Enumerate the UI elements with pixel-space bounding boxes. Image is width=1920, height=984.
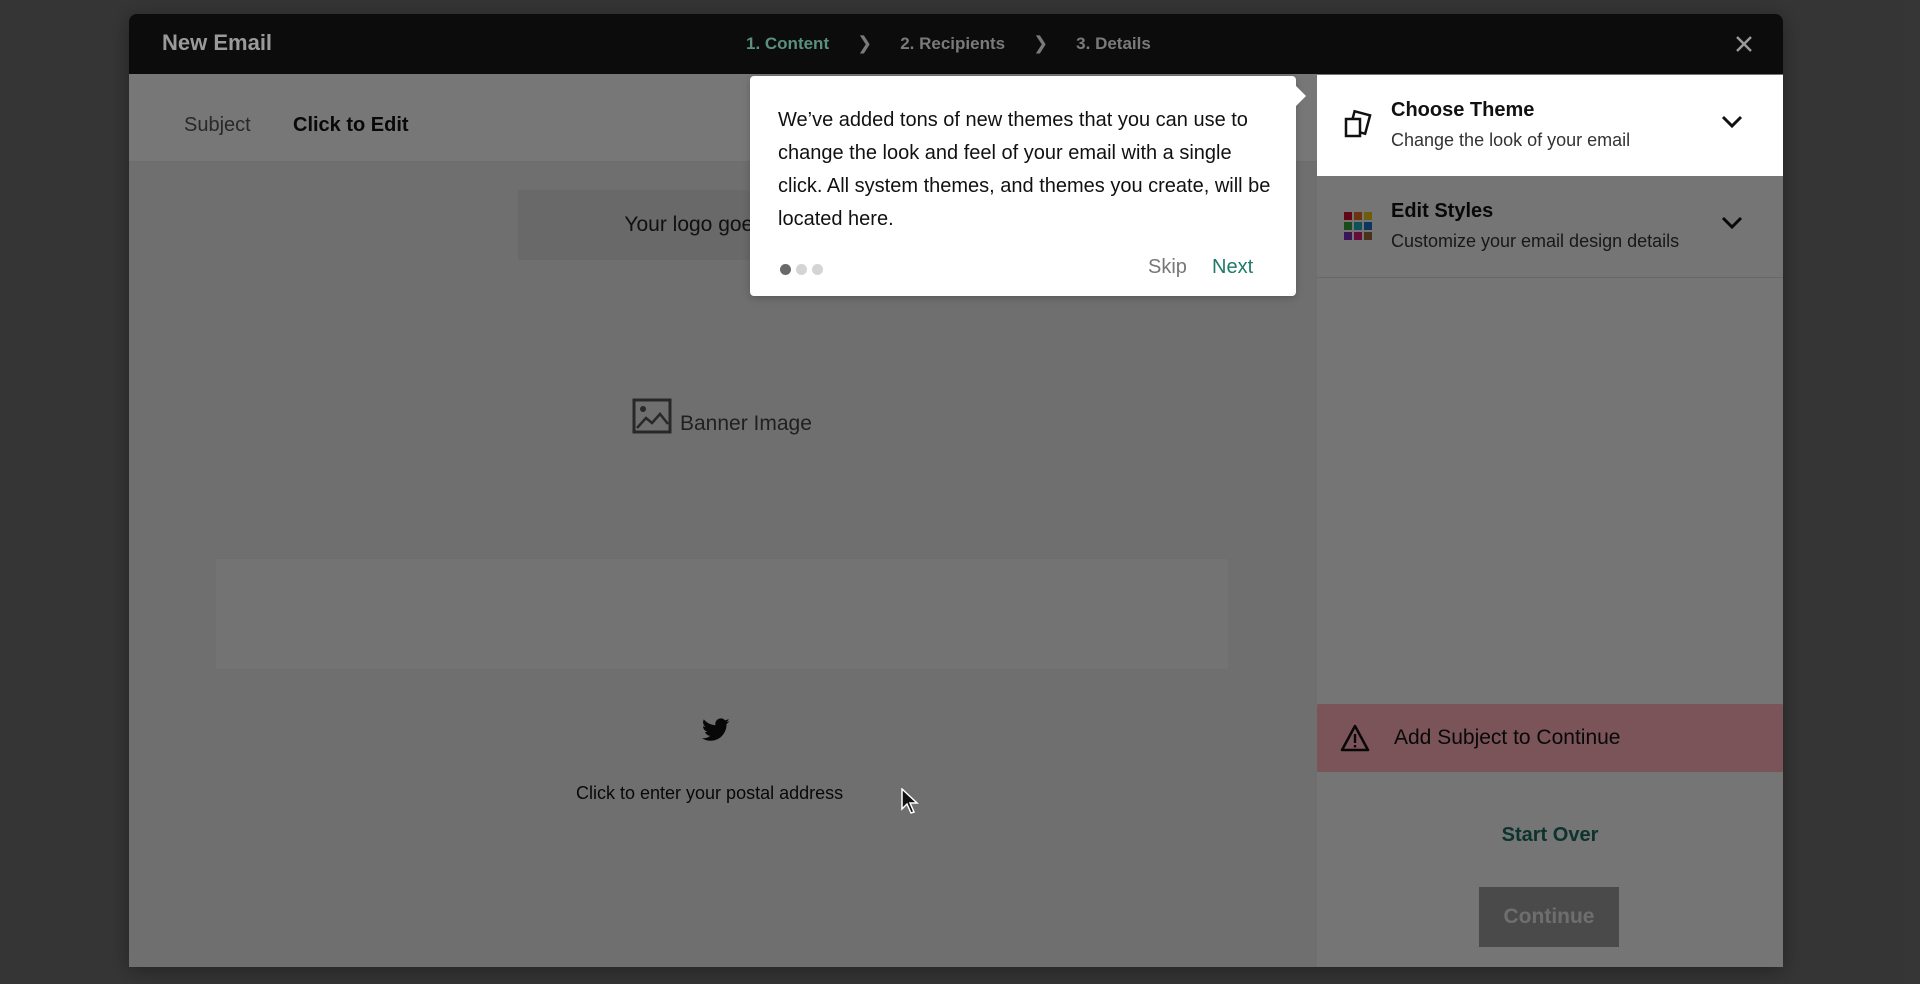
postal-address[interactable]: Click to enter your postal address	[576, 783, 843, 804]
continue-button[interactable]: Continue	[1479, 887, 1619, 947]
palette-swatch	[1354, 212, 1362, 220]
design-sidebar: Edit Styles Customize your email design …	[1317, 74, 1783, 967]
tour-dot	[796, 264, 807, 275]
wizard-steps: 1. Content ❯ 2. Recipients ❯ 3. Details	[746, 33, 1151, 54]
tour-dot	[780, 264, 791, 275]
tour-dot	[812, 264, 823, 275]
text-block[interactable]	[215, 558, 1229, 670]
edit-styles-section[interactable]: Edit Styles Customize your email design …	[1317, 176, 1783, 278]
chevron-right-icon: ❯	[857, 33, 873, 53]
twitter-icon[interactable]	[702, 718, 730, 742]
banner-label: Banner Image	[680, 412, 812, 435]
warning-icon	[1340, 724, 1370, 752]
edit-styles-title: Edit Styles	[1391, 200, 1494, 222]
themes-tour-popover: We’ve added tons of new themes that you …	[750, 76, 1306, 296]
step-details[interactable]: 3. Details	[1076, 34, 1151, 54]
choose-theme-section[interactable]: Choose Theme Change the look of your ema…	[1317, 75, 1783, 176]
palette-swatch	[1344, 232, 1352, 240]
subject-label: Subject	[184, 114, 251, 136]
choose-theme-subtitle: Change the look of your email	[1391, 130, 1631, 150]
image-icon	[632, 398, 672, 434]
banner-image-placeholder[interactable]: Banner Image	[632, 398, 812, 436]
mouse-cursor-icon	[901, 788, 919, 814]
palette-swatch	[1344, 212, 1352, 220]
skip-button[interactable]: Skip	[1148, 256, 1187, 279]
palette-swatch	[1344, 222, 1352, 230]
chevron-right-icon: ❯	[1033, 33, 1049, 53]
alert-text: Add Subject to Continue	[1394, 726, 1621, 749]
modal-title: New Email	[162, 30, 273, 55]
choose-theme-title: Choose Theme	[1391, 99, 1535, 121]
edit-styles-subtitle: Customize your email design details	[1391, 231, 1680, 251]
theme-cards-icon	[1344, 109, 1372, 138]
palette-swatch	[1364, 232, 1372, 240]
next-button[interactable]: Next	[1212, 256, 1253, 279]
step-content[interactable]: 1. Content	[746, 34, 829, 54]
chevron-down-icon[interactable]	[1721, 216, 1743, 230]
palette-swatch	[1364, 212, 1372, 220]
subject-field[interactable]: Click to Edit	[293, 114, 409, 137]
color-grid-icon	[1344, 212, 1372, 240]
step-recipients[interactable]: 2. Recipients	[900, 34, 1005, 54]
palette-swatch	[1364, 222, 1372, 230]
palette-swatch	[1354, 222, 1362, 230]
palette-swatch	[1354, 232, 1362, 240]
close-icon[interactable]	[1731, 31, 1757, 57]
start-over-link[interactable]: Start Over	[1317, 824, 1783, 847]
popover-message: We’ve added tons of new themes that you …	[778, 109, 1271, 230]
modal-header-bar: New Email 1. Content ❯ 2. Recipients ❯ 3…	[129, 14, 1783, 74]
tour-progress-dots	[780, 264, 823, 275]
subject-required-alert: Add Subject to Continue	[1317, 704, 1783, 772]
chevron-down-icon[interactable]	[1721, 115, 1743, 129]
